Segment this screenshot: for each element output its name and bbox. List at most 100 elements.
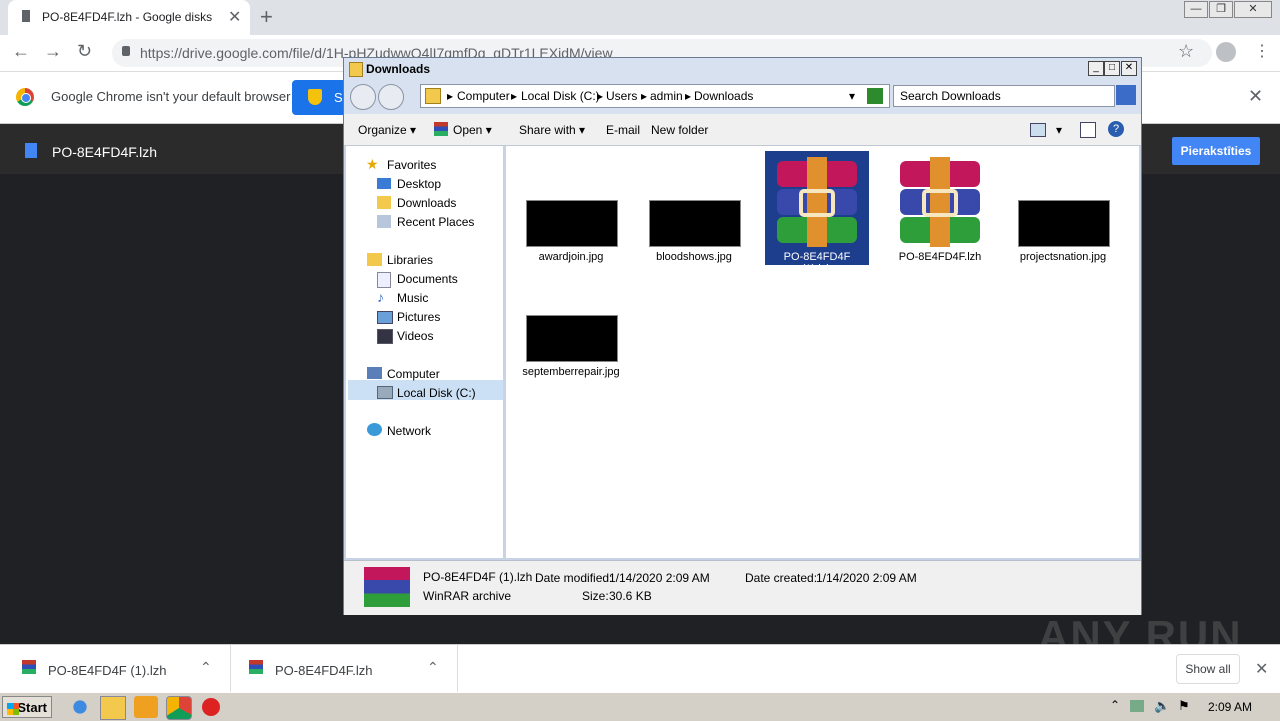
libraries-icon <box>367 253 382 266</box>
download-item[interactable]: PO-8E4FD4F.lzh ⌃ <box>231 645 458 693</box>
menu-kebab-icon[interactable]: ⋮ <box>1254 41 1270 61</box>
explorer-taskbar-icon[interactable] <box>100 696 126 720</box>
organize-button[interactable]: Organize ▾ <box>358 123 416 137</box>
folder-icon <box>349 62 363 77</box>
back-button[interactable]: ← <box>12 41 30 62</box>
desktop-icon <box>377 178 391 189</box>
selected-file-item[interactable]: PO-8E4FD4F (1).lzh <box>765 151 869 275</box>
file-item[interactable]: projectsnation.jpg <box>1013 251 1113 263</box>
winrar-archive-icon[interactable] <box>896 157 984 247</box>
flag-icon[interactable]: ⚑ <box>1178 698 1190 714</box>
winrar-icon <box>434 122 448 136</box>
minimize-button[interactable]: — <box>1184 1 1208 18</box>
chrome-logo-icon <box>16 88 34 106</box>
explorer-search-input[interactable]: Search Downloads <box>893 85 1115 107</box>
nav-downloads[interactable]: Downloads <box>397 196 456 210</box>
file-item[interactable]: PO-8E4FD4F.lzh <box>890 251 990 263</box>
tab-close-icon[interactable]: ✕ <box>228 7 241 27</box>
nav-desktop[interactable]: Desktop <box>397 177 441 191</box>
image-thumbnail[interactable] <box>526 315 618 362</box>
opera-icon[interactable] <box>202 698 220 716</box>
pictures-icon <box>377 311 393 324</box>
nav-network[interactable]: Network <box>387 424 431 438</box>
network-tray-icon[interactable] <box>1130 700 1144 712</box>
restore-button[interactable]: ❐ <box>1209 1 1233 18</box>
clock[interactable]: 2:09 AM <box>1208 700 1252 714</box>
open-button[interactable]: Open ▾ <box>453 123 492 137</box>
drive-file-name: PO-8E4FD4F.lzh <box>52 144 158 160</box>
view-dropdown-icon[interactable]: ▾ <box>1056 123 1062 137</box>
explorer-minimize-button[interactable]: _ <box>1088 61 1104 76</box>
explorer-close-button[interactable]: ✕ <box>1121 61 1137 76</box>
explorer-titlebar[interactable]: Downloads _ □ ✕ <box>344 58 1141 80</box>
email-button[interactable]: E-mail <box>606 123 640 137</box>
nav-computer[interactable]: Computer <box>387 367 440 381</box>
bookmark-star-icon[interactable]: ☆ <box>1178 41 1194 62</box>
start-button[interactable]: Start <box>2 696 52 718</box>
image-thumbnail[interactable] <box>649 200 741 247</box>
breadcrumb-users[interactable]: Users <box>606 89 637 103</box>
nav-music[interactable]: Music <box>397 291 428 305</box>
nav-documents[interactable]: Documents <box>397 272 458 286</box>
profile-avatar-icon[interactable] <box>1216 42 1236 62</box>
forward-button[interactable]: → <box>44 41 62 62</box>
details-size-value: 30.6 KB <box>609 589 652 603</box>
file-item[interactable]: awardjoin.jpg <box>521 251 621 263</box>
image-thumbnail[interactable] <box>526 200 618 247</box>
explorer-maximize-button[interactable]: □ <box>1104 61 1120 76</box>
close-window-button[interactable]: ✕ <box>1234 1 1272 18</box>
breadcrumb-admin[interactable]: admin <box>650 89 683 103</box>
explorer-title: Downloads <box>366 62 431 76</box>
share-with-button[interactable]: Share with ▾ <box>519 123 585 137</box>
media-player-icon[interactable] <box>134 696 158 718</box>
refresh-icon[interactable] <box>867 88 883 104</box>
chevron-up-icon[interactable]: ⌃ <box>427 659 439 676</box>
preview-pane-icon[interactable] <box>1080 122 1096 138</box>
image-thumbnail[interactable] <box>1018 200 1110 247</box>
nav-videos[interactable]: Videos <box>397 329 433 343</box>
nav-local-disk[interactable]: Local Disk (C:) <box>397 386 476 400</box>
nav-libraries[interactable]: Libraries <box>387 253 433 267</box>
folder-icon <box>425 88 441 104</box>
nav-recent-places[interactable]: Recent Places <box>397 215 474 229</box>
tab-title: PO-8E4FD4F.lzh - Google disks <box>42 10 213 24</box>
windows-logo-icon <box>7 703 19 715</box>
address-dropdown-icon[interactable]: ▾ <box>849 89 855 103</box>
explorer-back-button[interactable] <box>350 84 376 110</box>
breadcrumb-computer[interactable]: Computer <box>457 89 510 103</box>
nav-favorites[interactable]: Favorites <box>387 158 436 172</box>
downloads-bar-close-icon[interactable]: ✕ <box>1255 659 1268 679</box>
chevron-up-icon[interactable]: ⌃ <box>200 659 212 676</box>
lock-icon <box>122 46 130 56</box>
infobar-close-icon[interactable]: ✕ <box>1248 86 1263 107</box>
breadcrumb-local-disk[interactable]: Local Disk (C:) <box>521 89 600 103</box>
search-icon[interactable] <box>1116 85 1136 105</box>
new-folder-button[interactable]: New folder <box>651 123 708 137</box>
browser-tab[interactable]: PO-8E4FD4F.lzh - Google disks ✕ <box>8 0 250 35</box>
breadcrumb-downloads[interactable]: Downloads <box>694 89 753 103</box>
tray-expand-icon[interactable]: ⌃ <box>1110 698 1120 712</box>
file-item[interactable]: bloodshows.jpg <box>644 251 744 263</box>
explorer-address-row: ▸ Computer ▸ Local Disk (C:) ▸ Users ▸ a… <box>344 80 1141 114</box>
show-all-button[interactable]: Show all <box>1176 654 1240 684</box>
nav-pictures[interactable]: Pictures <box>397 310 440 324</box>
help-icon[interactable]: ? <box>1108 121 1124 137</box>
details-modified-label: Date modified: <box>535 571 613 585</box>
explorer-forward-button[interactable] <box>378 84 404 110</box>
chrome-taskbar-icon[interactable] <box>166 696 192 720</box>
details-created-value: 1/14/2020 2:09 AM <box>816 571 917 585</box>
file-item[interactable]: septemberrepair.jpg <box>521 366 621 378</box>
ie-icon[interactable] <box>68 696 92 718</box>
explorer-window: Downloads _ □ ✕ ▸ Computer ▸ Local Disk … <box>343 57 1142 615</box>
local-disk-icon <box>377 386 393 399</box>
reload-button[interactable]: ↻ <box>77 41 92 62</box>
view-icon[interactable] <box>1030 123 1046 137</box>
download-item[interactable]: PO-8E4FD4F (1).lzh ⌃ <box>0 645 231 693</box>
downloads-folder-icon <box>377 196 391 209</box>
new-tab-button[interactable]: + <box>260 4 273 30</box>
volume-icon[interactable]: 🔈 <box>1154 698 1170 714</box>
signin-button[interactable]: Pierakstīties <box>1172 137 1260 165</box>
music-icon: ♪ <box>377 289 384 305</box>
infobar-message: Google Chrome isn't your default browser <box>51 89 291 104</box>
explorer-address-bar[interactable]: ▸ Computer ▸ Local Disk (C:) ▸ Users ▸ a… <box>420 84 890 108</box>
